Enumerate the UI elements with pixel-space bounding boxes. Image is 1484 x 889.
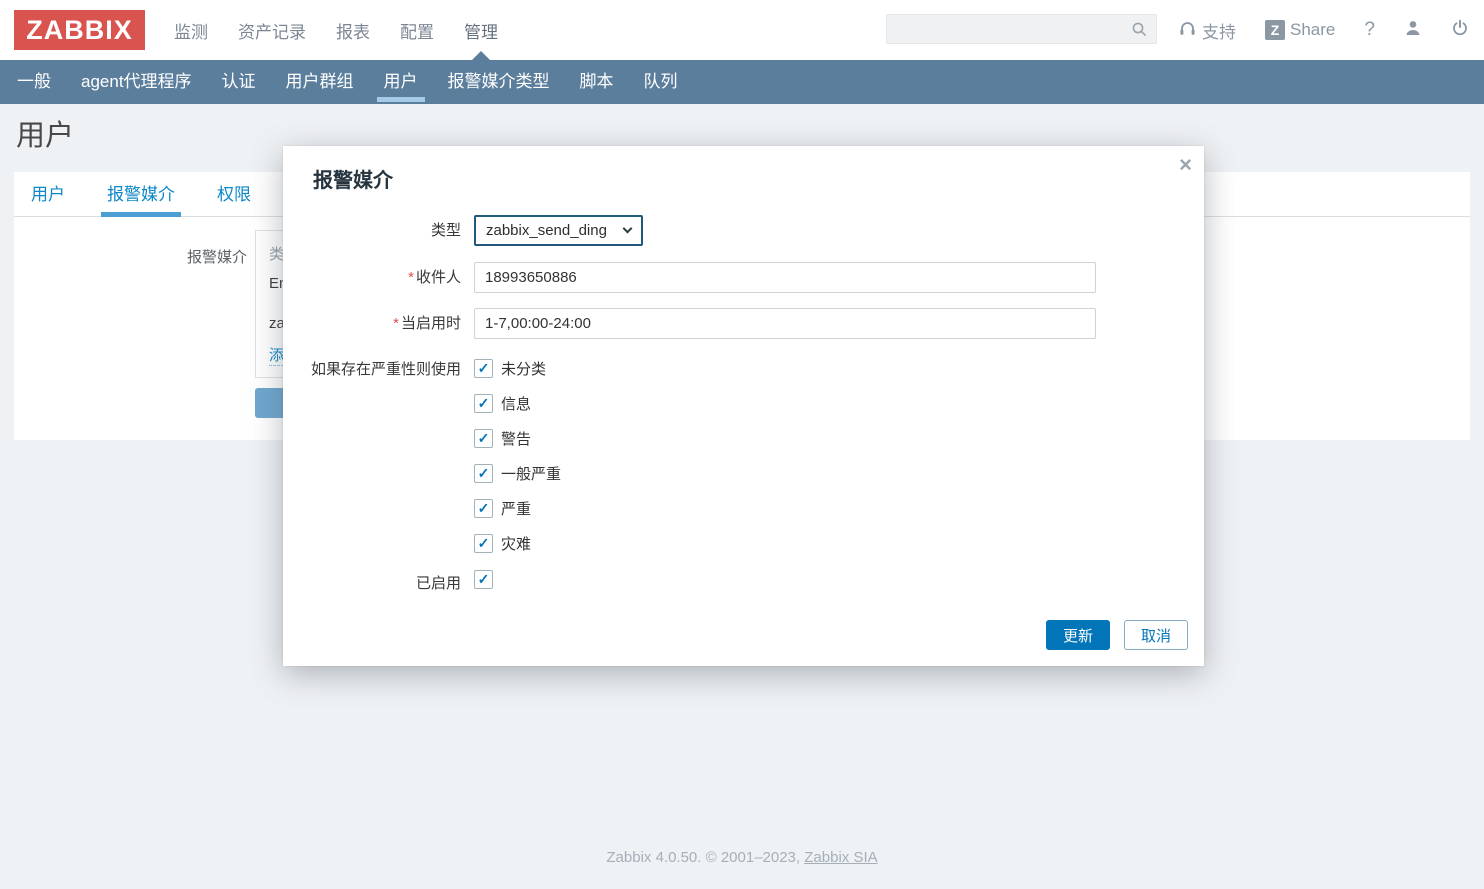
tab-user[interactable]: 用户	[28, 172, 68, 217]
when-active-input[interactable]	[474, 308, 1096, 339]
share-link[interactable]: Z Share	[1265, 20, 1335, 40]
severity-item: 一般严重	[474, 463, 561, 484]
media-dialog: × 报警媒介 类型 zabbix_send_ding *收件人 *当启用时 如果…	[283, 146, 1204, 666]
required-mark: *	[393, 315, 399, 332]
severity-list: 未分类 信息 警告 一般严重 严重 灾难	[474, 358, 561, 554]
app-header: ZABBIX 监测 资产记录 报表 配置 管理 支持	[0, 0, 1484, 60]
severity-checkbox-warning[interactable]	[474, 429, 493, 448]
footer-text: Zabbix 4.0.50. © 2001–2023,	[606, 849, 804, 866]
severity-item: 信息	[474, 393, 561, 414]
severity-checkbox-not-classified[interactable]	[474, 359, 493, 378]
close-icon[interactable]: ×	[1179, 152, 1192, 178]
headset-icon	[1178, 19, 1197, 42]
severity-checkbox-information[interactable]	[474, 394, 493, 413]
tab-permissions[interactable]: 权限	[214, 172, 254, 217]
main-menu: 监测 资产记录 报表 配置 管理	[174, 0, 498, 60]
subnav-general[interactable]: 一般	[14, 60, 54, 104]
send-to-label: *收件人	[283, 262, 461, 293]
severity-option-label: 严重	[501, 498, 531, 519]
subnav-media-types[interactable]: 报警媒介类型	[445, 60, 553, 104]
severity-option-label: 信息	[501, 393, 531, 414]
dialog-footer: 更新 取消	[1046, 620, 1188, 650]
severity-item: 严重	[474, 498, 561, 519]
media-table-header: 类	[269, 243, 284, 264]
menu-item-reports[interactable]: 报表	[336, 18, 370, 43]
severity-item: 警告	[474, 428, 561, 449]
search-box[interactable]	[886, 14, 1157, 44]
required-mark: *	[408, 269, 414, 286]
enabled-label: 已启用	[283, 574, 461, 593]
send-to-input[interactable]	[474, 262, 1096, 293]
type-label: 类型	[283, 215, 461, 246]
when-active-label: *当启用时	[283, 308, 461, 339]
active-menu-arrow	[472, 51, 490, 60]
user-icon	[1404, 19, 1422, 42]
subnav-user-groups[interactable]: 用户群组	[283, 60, 357, 104]
zabbix-share-icon: Z	[1265, 20, 1285, 40]
severity-option-label: 未分类	[501, 358, 546, 379]
subnav-queue[interactable]: 队列	[641, 60, 681, 104]
severity-checkbox-disaster[interactable]	[474, 534, 493, 553]
support-label: 支持	[1202, 18, 1236, 43]
tab-media[interactable]: 报警媒介	[104, 172, 178, 217]
severity-option-label: 警告	[501, 428, 531, 449]
search-input[interactable]	[887, 15, 1131, 43]
logout-button[interactable]	[1451, 19, 1469, 42]
severity-checkbox-high[interactable]	[474, 499, 493, 518]
menu-item-configuration[interactable]: 配置	[400, 18, 434, 43]
profile-button[interactable]	[1404, 19, 1422, 42]
chevron-down-icon	[623, 224, 633, 234]
dialog-title: 报警媒介	[313, 164, 393, 193]
page-title: 用户	[16, 112, 74, 154]
type-select-value: zabbix_send_ding	[486, 222, 607, 239]
update-button[interactable]: 更新	[1046, 620, 1110, 650]
admin-subnav: 一般 agent代理程序 认证 用户群组 用户 报警媒介类型 脚本 队列	[0, 60, 1484, 104]
severity-checkbox-average[interactable]	[474, 464, 493, 483]
help-button[interactable]: ?	[1364, 19, 1375, 41]
cancel-button[interactable]: 取消	[1124, 620, 1188, 650]
subnav-proxies[interactable]: agent代理程序	[78, 60, 195, 104]
support-link[interactable]: 支持	[1178, 18, 1236, 43]
media-form-label: 报警媒介	[14, 246, 247, 267]
enabled-checkbox[interactable]	[474, 570, 493, 589]
zabbix-sia-link[interactable]: Zabbix SIA	[804, 849, 877, 866]
severity-option-label: 一般严重	[501, 463, 561, 484]
header-actions: 支持 Z Share ?	[1178, 0, 1469, 60]
severity-option-label: 灾难	[501, 533, 531, 554]
type-select[interactable]: zabbix_send_ding	[474, 215, 643, 246]
zabbix-logo[interactable]: ZABBIX	[14, 10, 145, 50]
subnav-users[interactable]: 用户	[381, 60, 421, 104]
severity-item: 灾难	[474, 533, 561, 554]
power-icon	[1451, 19, 1469, 42]
media-add-link[interactable]: 添	[269, 344, 284, 366]
menu-item-administration[interactable]: 管理	[464, 18, 498, 43]
menu-item-monitoring[interactable]: 监测	[174, 18, 208, 43]
page-footer: Zabbix 4.0.50. © 2001–2023, Zabbix SIA	[0, 849, 1484, 866]
search-icon[interactable]	[1131, 21, 1148, 38]
subnav-scripts[interactable]: 脚本	[577, 60, 617, 104]
severity-label: 如果存在严重性则使用	[283, 360, 461, 379]
severity-item: 未分类	[474, 358, 561, 379]
share-label: Share	[1290, 20, 1335, 40]
subnav-authentication[interactable]: 认证	[219, 60, 259, 104]
menu-item-inventory[interactable]: 资产记录	[238, 18, 306, 43]
